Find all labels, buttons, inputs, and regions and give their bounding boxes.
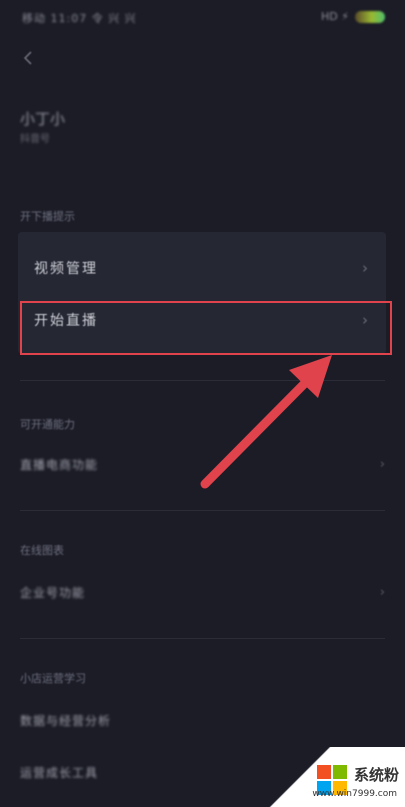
watermark-url: www.win7999.com <box>312 789 397 799</box>
pointer-arrow-icon <box>200 355 332 489</box>
watermark-brand: 系统粉 <box>353 766 399 784</box>
watermark: 系统粉 www.win7999.com <box>265 747 405 807</box>
